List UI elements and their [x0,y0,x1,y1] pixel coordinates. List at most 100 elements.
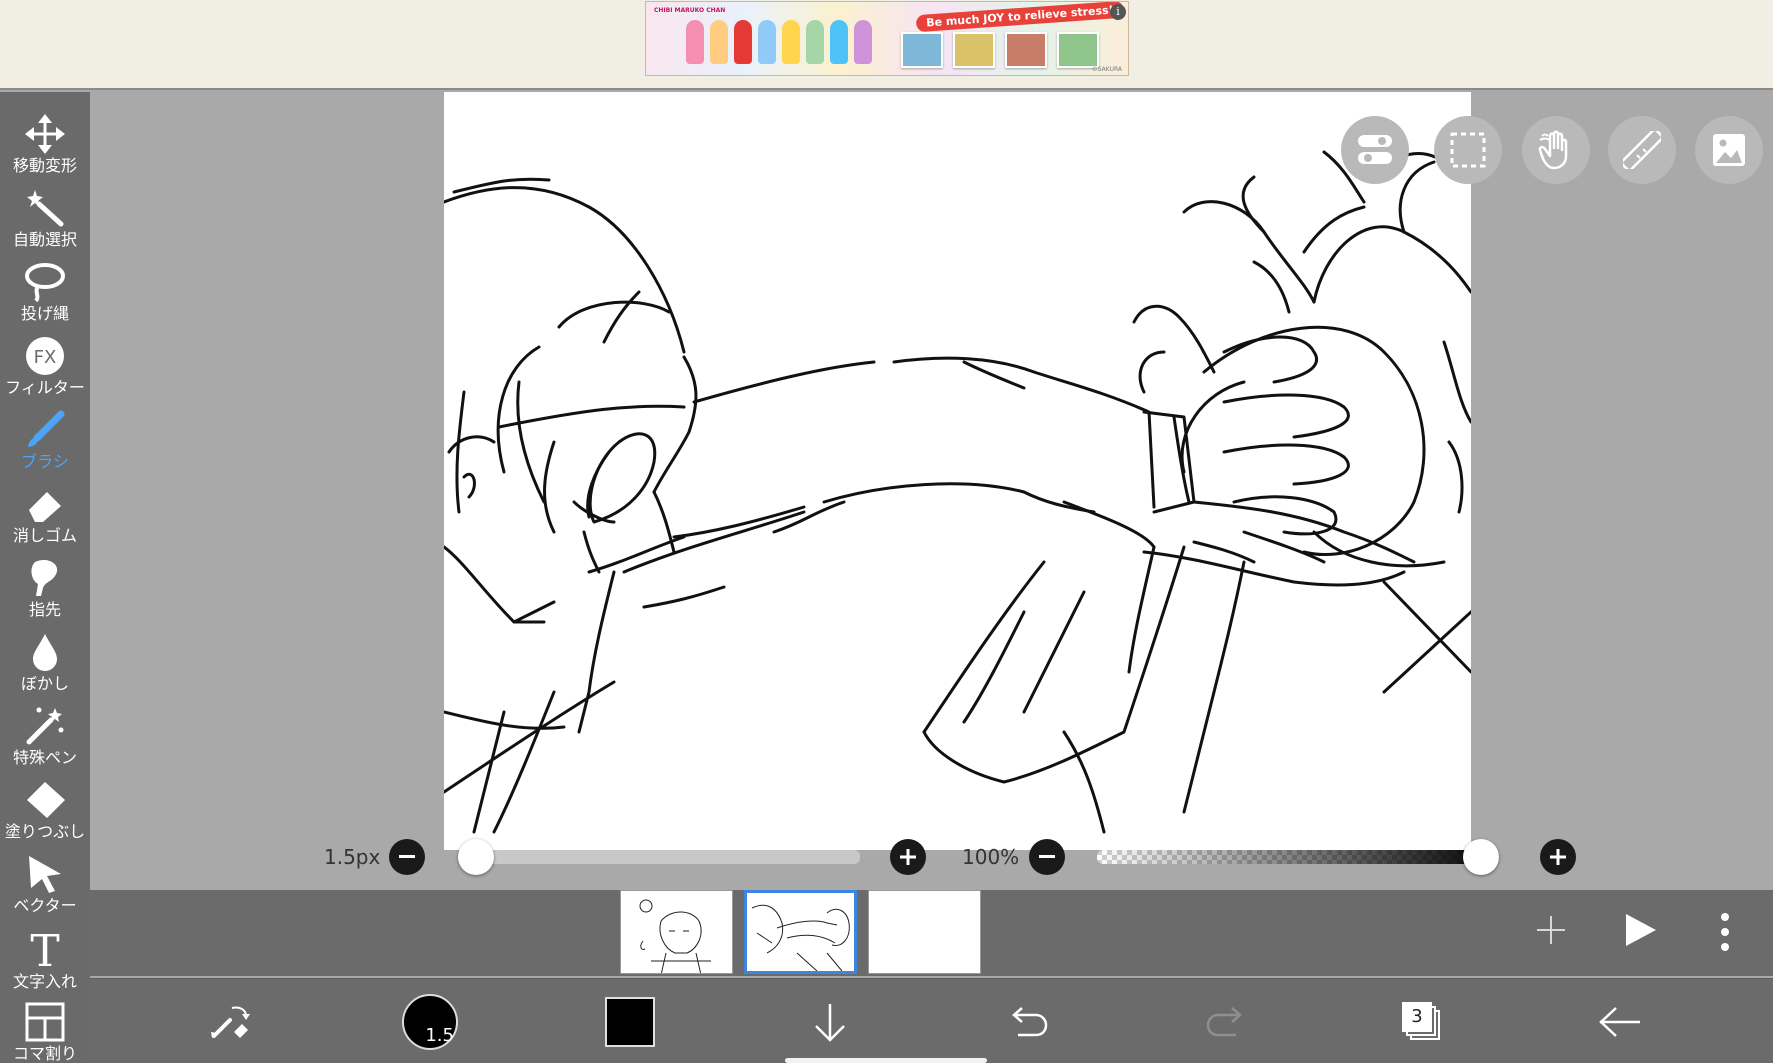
more-vertical-icon [1721,913,1729,951]
redo-icon [1206,1006,1242,1036]
hand-button[interactable] [1522,116,1590,184]
tool-text[interactable]: T 文字入れ [0,928,90,1002]
undo-icon [1012,1006,1048,1036]
lasso-icon [25,263,65,302]
drawing-canvas[interactable] [444,92,1471,850]
frame-thumbnail-1[interactable] [620,890,733,974]
arrow-left-icon [1599,1006,1640,1037]
magic-wand-icon [27,190,64,227]
tool-label: ブラシ [21,452,69,471]
undo-button[interactable] [988,979,1068,1063]
move-icon [25,114,65,154]
tool-vector[interactable]: ベクター [0,854,90,928]
tool-label: フィルター [5,378,85,397]
tool-label: ぼかし [20,674,69,693]
image-button[interactable] [1695,116,1763,184]
minus-icon [399,855,415,858]
minus-icon [1039,855,1055,858]
download-button[interactable] [790,979,870,1063]
ad-banner[interactable]: CHIBI MARUKO CHAN Be much JOY to relieve… [645,1,1129,76]
tool-filter[interactable]: FX フィルター [0,336,90,410]
tool-label: 自動選択 [12,230,77,249]
vector-arrow-icon [29,856,61,893]
svg-text:T: T [30,928,59,970]
home-indicator[interactable] [785,1058,987,1063]
finger-icon [31,559,58,596]
back-button[interactable] [1580,979,1660,1063]
tool-sidebar: 移動変形 自動選択 投げ縄 FX フィルター ブラシ 消しゴム 指先 ぼかし 特… [0,92,90,1063]
selection-icon [1450,132,1486,168]
tool-label: コマ割り [12,1044,77,1063]
ad-tagline: Be much JOY to relieve stress! [915,2,1125,33]
tool-finger[interactable]: 指先 [0,558,90,632]
fill-bucket-icon [27,782,65,818]
ad-info-icon[interactable]: i [1110,4,1126,20]
opacity-minus-button[interactable] [1029,839,1065,875]
frame-sketch-1 [639,899,711,973]
tool-label: 特殊ペン [12,748,77,767]
special-pen-icon [26,707,64,745]
frame-divide-icon [25,1002,65,1042]
toggle-button[interactable] [1341,116,1409,184]
ad-characters [686,20,872,64]
brush-preview-circle: 1.5 [402,993,458,1050]
opacity-label: 100% [962,845,1020,869]
sketch-drawing [444,150,1471,834]
brush-size-preview-button[interactable]: 1.5 [390,979,470,1063]
plus-icon [1550,849,1566,865]
redo-button[interactable] [1186,979,1266,1063]
brush-size-slider[interactable] [458,850,860,864]
tool-label: 移動変形 [12,156,77,175]
layers-button[interactable]: 3 [1382,979,1462,1063]
tool-brush[interactable]: ブラシ [0,410,90,484]
frame-sketch-2 [751,904,850,971]
transform-tool-button[interactable] [190,979,270,1063]
tool-lasso[interactable]: 投げ縄 [0,262,90,336]
more-options-button[interactable] [1720,912,1730,956]
tool-eraser[interactable]: 消しゴム [0,484,90,558]
ruler-icon [1623,131,1661,169]
selection-button[interactable] [1434,116,1502,184]
opacity-slider[interactable] [1097,850,1499,864]
tool-move[interactable]: 移動変形 [0,114,90,188]
tool-label: 消しゴム [12,526,77,545]
opacity-plus-button[interactable] [1540,839,1576,875]
tool-blur[interactable]: ぼかし [0,632,90,706]
tool-label: 指先 [28,600,61,619]
svg-text:FX: FX [34,347,57,368]
layers-icon: 3 [1402,1001,1442,1042]
brush-size-label: 1.5px [324,845,381,869]
bottom-toolbar: 1.5 3 [90,978,1773,1063]
arrow-down-icon [815,1003,845,1042]
eraser-icon [29,492,61,522]
toggle-icon [1358,135,1392,164]
tool-auto-select[interactable]: 自動選択 [0,188,90,262]
app-root: CHIBI MARUKO CHAN Be much JOY to relieve… [0,0,1773,1063]
play-button[interactable] [1624,912,1658,952]
tool-label: 塗りつぶし [4,822,86,841]
tool-label: 文字入れ [12,972,77,991]
image-icon [1713,134,1745,166]
ruler-button[interactable] [1608,116,1676,184]
pen-swap-icon [211,1006,250,1038]
brush-size-minus-button[interactable] [389,839,425,875]
ad-photos [901,32,1099,68]
tool-frame-divide[interactable]: コマ割り [0,1002,90,1063]
layers-count: 3 [1402,1001,1432,1032]
color-button[interactable] [590,979,670,1063]
opacity-knob[interactable] [1463,839,1499,875]
brush-size-plus-button[interactable] [890,839,926,875]
text-t-icon: T [30,928,59,970]
brush-size-knob[interactable] [458,839,494,875]
play-icon [1626,914,1656,946]
ad-title: CHIBI MARUKO CHAN [654,7,726,14]
tool-label: 投げ縄 [20,304,69,323]
current-color-swatch [605,996,655,1047]
tool-fill[interactable]: 塗りつぶし [0,780,90,854]
frames-bar [90,890,1773,976]
frame-thumbnail-3[interactable] [868,890,981,974]
frame-thumbnail-2[interactable] [744,890,857,974]
tool-special-pen[interactable]: 特殊ペン [0,706,90,780]
brush-icon [28,410,65,447]
add-frame-button[interactable] [1537,916,1565,948]
